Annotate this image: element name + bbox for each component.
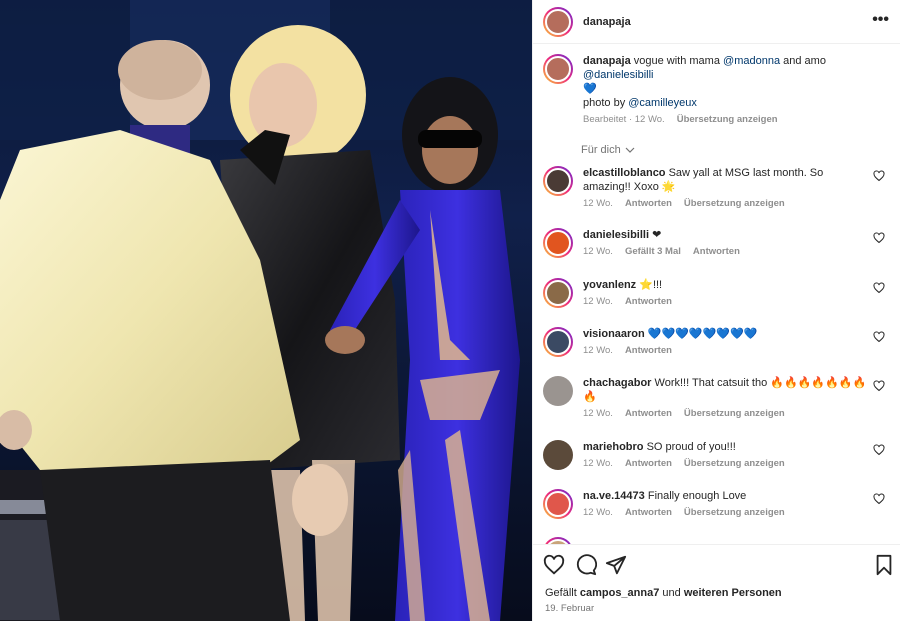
comment-body: yovanlenz ⭐!!! 12 Wo. Antworten bbox=[583, 278, 873, 309]
comment-avatar[interactable] bbox=[543, 376, 573, 406]
likes-prefix: Gefällt bbox=[545, 587, 577, 599]
comment-body: mariehobro SO proud of you!!! 12 Wo. Ant… bbox=[583, 440, 873, 471]
comment-avatar[interactable] bbox=[543, 537, 573, 544]
comment-age: 12 Wo. bbox=[583, 507, 613, 518]
caption-meta: Bearbeitet · 12 Wo. Übersetzung anzeigen bbox=[583, 113, 778, 127]
comment-meta: 12 Wo. Gefällt 3 Mal Antworten bbox=[583, 245, 873, 259]
post-side-panel: danapaja ••• danapaja vogue with mama @m… bbox=[532, 0, 900, 621]
reply-link[interactable]: Antworten bbox=[625, 295, 672, 309]
comment-body: chachagabor Work!!! That catsuit tho 🔥🔥🔥… bbox=[583, 376, 873, 421]
comment-age: 12 Wo. bbox=[583, 296, 613, 307]
translate-link[interactable]: Übersetzung anzeigen bbox=[684, 197, 785, 211]
comment-meta: 12 Wo. Antworten Übersetzung anzeigen bbox=[583, 407, 873, 421]
caption-text: vogue with mama bbox=[633, 55, 720, 67]
likes-summary[interactable]: Gefällt campos_anna7 und weiteren Person… bbox=[545, 587, 782, 599]
caption-text-2: and amo bbox=[783, 55, 826, 67]
heart-icon[interactable] bbox=[873, 282, 885, 294]
post-date: 19. Februar bbox=[545, 603, 595, 614]
translate-link[interactable]: Übersetzung anzeigen bbox=[684, 506, 785, 520]
comment-icon[interactable] bbox=[575, 554, 597, 576]
chevron-down-icon bbox=[625, 147, 635, 153]
sort-label: Für dich bbox=[581, 144, 621, 156]
mention-danielesibilli[interactable]: @danielesibilli bbox=[583, 69, 653, 81]
comment-meta: 12 Wo. Antworten Übersetzung anzeigen bbox=[583, 457, 873, 471]
comment-likes[interactable]: Gefällt 3 Mal bbox=[625, 245, 681, 259]
post-header: danapaja ••• bbox=[533, 0, 900, 44]
comment-username[interactable]: visionaaron bbox=[583, 328, 645, 340]
comment-body: danielesibilli ❤ 12 Wo. Gefällt 3 Mal An… bbox=[583, 228, 873, 259]
comment-text: SO proud of you!!! bbox=[646, 441, 736, 453]
heart-icon[interactable] bbox=[873, 493, 885, 505]
edited-label: Bearbeitet bbox=[583, 114, 627, 125]
heart-icon[interactable] bbox=[873, 170, 885, 182]
author-avatar[interactable] bbox=[543, 6, 573, 37]
reply-link[interactable]: Antworten bbox=[625, 407, 672, 421]
comment-avatar[interactable] bbox=[543, 440, 573, 470]
post-photo[interactable] bbox=[0, 0, 532, 621]
reply-link[interactable]: Antworten bbox=[625, 457, 672, 471]
comment-meta: 12 Wo. Antworten bbox=[583, 295, 873, 309]
comment-age: 12 Wo. bbox=[583, 198, 613, 209]
mention-madonna[interactable]: @madonna bbox=[723, 55, 780, 67]
heart-icon[interactable] bbox=[873, 380, 885, 392]
likes-suffix[interactable]: weiteren Personen bbox=[684, 587, 782, 599]
comment-text: ⭐!!! bbox=[639, 279, 663, 291]
likes-user[interactable]: campos_anna7 bbox=[580, 587, 659, 599]
comment-avatar[interactable] bbox=[543, 166, 573, 196]
reply-link[interactable]: Antworten bbox=[625, 506, 672, 520]
concert-photo-illustration bbox=[0, 0, 532, 621]
comment-text: Finally enough Love bbox=[647, 490, 747, 502]
caption-translate-link[interactable]: Übersetzung anzeigen bbox=[677, 113, 778, 127]
more-dots-icon[interactable]: ••• bbox=[872, 12, 889, 28]
translate-link[interactable]: Übersetzung anzeigen bbox=[684, 457, 785, 471]
comment-meta: 12 Wo. Antworten Übersetzung anzeigen bbox=[583, 197, 873, 211]
reply-link[interactable]: Antworten bbox=[625, 344, 672, 358]
caption-avatar[interactable] bbox=[543, 54, 573, 84]
instagram-post-view: danapaja ••• danapaja vogue with mama @m… bbox=[0, 0, 900, 621]
comment-age: 12 Wo. bbox=[583, 408, 613, 419]
heart-icon[interactable] bbox=[873, 331, 885, 343]
comments-list[interactable]: danapaja vogue with mama @madonna and am… bbox=[533, 44, 900, 544]
comment-username[interactable]: chachagabor bbox=[583, 377, 651, 389]
comment-age: 12 Wo. bbox=[583, 246, 613, 257]
comment-sort-dropdown[interactable]: Für dich bbox=[581, 144, 635, 156]
caption-body: danapaja vogue with mama @madonna and am… bbox=[583, 54, 873, 127]
comment-text: ❤ bbox=[652, 229, 662, 241]
comment-username[interactable]: yovanlenz bbox=[583, 279, 636, 291]
comment-age: 12 Wo. bbox=[583, 345, 613, 356]
heart-icon[interactable] bbox=[873, 444, 885, 456]
comment-avatar[interactable] bbox=[543, 228, 573, 258]
blue-heart-emoji: 💙 bbox=[583, 83, 597, 95]
reply-link[interactable]: Antworten bbox=[693, 245, 740, 259]
comment-meta: 12 Wo. Antworten Übersetzung anzeigen bbox=[583, 506, 873, 520]
comment-age: 12 Wo. bbox=[583, 458, 613, 469]
heart-icon[interactable] bbox=[873, 232, 885, 244]
bookmark-icon[interactable] bbox=[873, 554, 895, 576]
comment-body: visionaaron 💙💙💙💙💙💙💙💙 12 Wo. Antworten bbox=[583, 327, 873, 358]
comment-avatar[interactable] bbox=[543, 278, 573, 308]
post-actions: Gefällt campos_anna7 und weiteren Person… bbox=[533, 544, 900, 621]
comment-username[interactable]: mariehobro bbox=[583, 441, 644, 453]
comment-meta: 12 Wo. Antworten bbox=[583, 344, 873, 358]
comment-text: 💙💙💙💙💙💙💙💙 bbox=[647, 328, 758, 340]
photo-credit-label: photo by bbox=[583, 97, 626, 109]
mention-camilleyeux[interactable]: @camilleyeux bbox=[628, 97, 697, 109]
reply-link[interactable]: Antworten bbox=[625, 197, 672, 211]
comment-body: elcastilloblanco Saw yall at MSG last mo… bbox=[583, 166, 873, 211]
comment-avatar[interactable] bbox=[543, 327, 573, 357]
comment-username[interactable]: danielesibilli bbox=[583, 229, 649, 241]
comment-username[interactable]: elcastilloblanco bbox=[583, 167, 666, 179]
comment-body: na.ve.14473 Finally enough Love 12 Wo. A… bbox=[583, 489, 873, 520]
heart-icon[interactable] bbox=[543, 554, 565, 576]
comment-username[interactable]: na.ve.14473 bbox=[583, 490, 645, 502]
comment-avatar[interactable] bbox=[543, 489, 573, 519]
caption-username[interactable]: danapaja bbox=[583, 55, 631, 67]
author-username[interactable]: danapaja bbox=[583, 16, 631, 28]
share-icon[interactable] bbox=[605, 554, 627, 576]
likes-mid: und bbox=[662, 587, 681, 599]
caption-age: 12 Wo. bbox=[634, 114, 665, 125]
translate-link[interactable]: Übersetzung anzeigen bbox=[684, 407, 785, 421]
